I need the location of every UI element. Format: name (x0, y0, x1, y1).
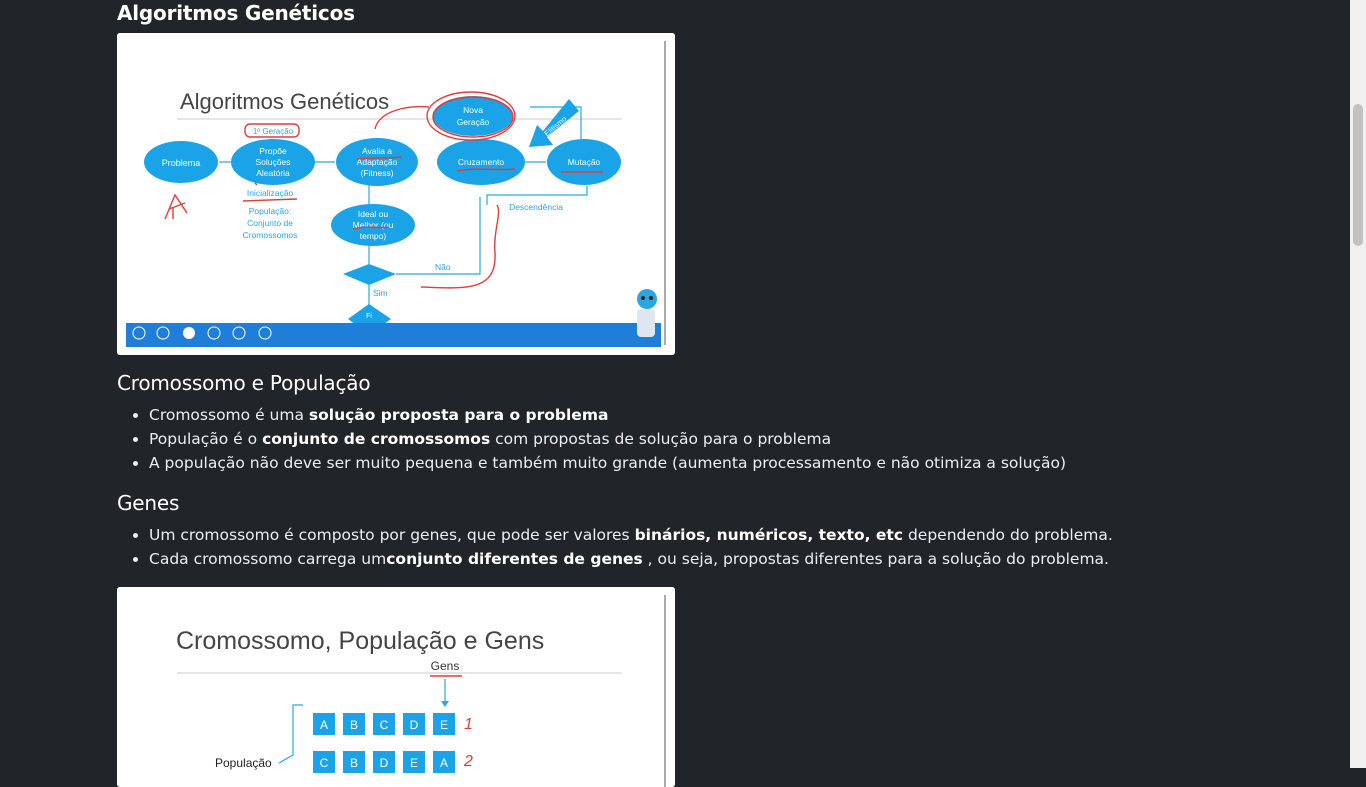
svg-text:Problema: Problema (162, 158, 201, 168)
svg-text:Cruzamento: Cruzamento (458, 157, 505, 167)
svg-text:tempo): tempo) (360, 231, 387, 241)
list-item: População é o conjunto de cromossomos co… (149, 427, 1066, 451)
page-scrollbar[interactable] (1350, 0, 1366, 768)
section-title-cromossomo: Cromossomo e População (117, 371, 371, 395)
gene-label: E (440, 718, 448, 732)
row1-mark: 1 (464, 716, 473, 733)
gene-label: B (350, 718, 358, 732)
gene-label: A (320, 718, 328, 732)
svg-text:Soluções: Soluções (256, 157, 291, 167)
node-avalia-adaptacao: Avalia a Adaptação (Fitness) (336, 138, 418, 186)
gene-label: C (380, 718, 389, 732)
slide2-title: Cromossomo, População e Gens (176, 627, 544, 655)
svg-text:Mutação: Mutação (568, 157, 601, 167)
svg-text:Aleatória: Aleatória (256, 168, 290, 178)
diagram-genes: Cromossomo, População e Gens Gens Popula… (117, 587, 675, 787)
gene-label: D (410, 718, 419, 732)
label-sim: Sim (373, 288, 388, 298)
svg-text:(Fitness): (Fitness) (360, 168, 393, 178)
label-nao: Não (435, 262, 451, 272)
slide-title: Algoritmos Genéticos (180, 89, 389, 114)
section-title-genes: Genes (117, 491, 180, 515)
node-ideal-melhor: Ideal ou Melhor (ou tempo) (331, 204, 415, 246)
list-item: A população não deve ser muito pequena e… (149, 451, 1066, 475)
node-problema: Problema (144, 141, 218, 183)
svg-text:Fi: Fi (366, 313, 372, 320)
scrollbar-thumb[interactable] (1353, 104, 1363, 246)
node-cruzamento: Cruzamento (437, 139, 525, 185)
chromosome-row-1: A B C D E (313, 713, 455, 735)
list-item: Cromossomo é uma solução proposta para o… (149, 403, 1066, 427)
label-gens: Gens (431, 659, 460, 673)
label-descendencia: Descendência (509, 202, 563, 212)
list-item: Cada cromossomo carrega umconjunto difer… (149, 547, 1113, 571)
cromossomo-list: Cromossomo é uma solução proposta para o… (117, 403, 1066, 475)
svg-text:Avalia a: Avalia a (362, 146, 392, 156)
label-inicializacao: Inicialização (247, 188, 294, 198)
node-mutacao: Mutação (547, 139, 621, 185)
slide-toolbar (126, 323, 661, 347)
slide-cromossomo-populacao-gens: Cromossomo, População e Gens Gens Popula… (117, 587, 675, 787)
svg-text:Nova: Nova (463, 105, 483, 115)
label-populacao-1: População: (249, 206, 292, 216)
robot-mascot-icon (637, 289, 657, 337)
label-populacao-2: Conjunto de (247, 218, 293, 228)
chromosome-row-2: CBDEA (313, 751, 455, 773)
label-populacao-3: Cromossomos (243, 230, 298, 240)
label-geracao: 1º Geração (253, 127, 294, 136)
row2-mark: 2 (463, 753, 473, 770)
svg-text:Propõe: Propõe (259, 146, 287, 156)
list-item: Um cromossomo é composto por genes, que … (149, 523, 1113, 547)
svg-text:Ideal ou: Ideal ou (358, 209, 389, 219)
section-title-algoritmos: Algoritmos Genéticos (117, 1, 355, 25)
slide-algoritmos-geneticos: Algoritmos Genéticos Problema Propõe Sol… (117, 33, 675, 355)
genes-list: Um cromossomo é composto por genes, que … (117, 523, 1113, 571)
node-propoe-solucoes: Propõe Soluções Aleatória (231, 139, 315, 185)
svg-text:Geração: Geração (457, 117, 490, 127)
diagram-ga-flow: Algoritmos Genéticos Problema Propõe Sol… (117, 33, 675, 355)
